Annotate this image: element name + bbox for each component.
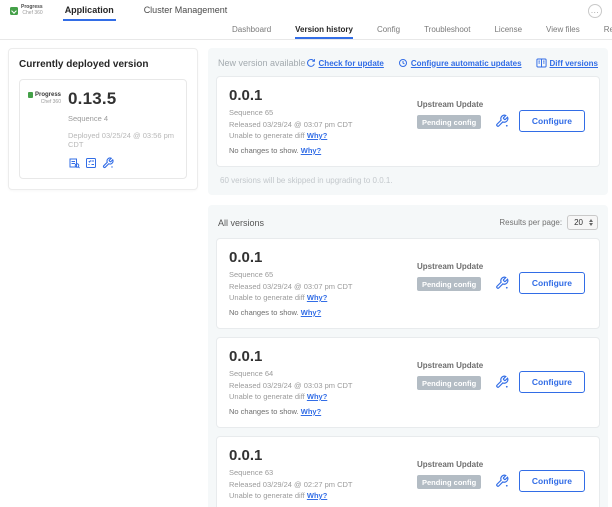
select-stepper-icon [589, 219, 593, 226]
new-version-row: 0.0.1 Sequence 65 Released 03/29/24 @ 03… [216, 76, 600, 167]
why-diff-link[interactable]: Why? [307, 491, 327, 500]
top-nav: Progress Chef 360 Application Cluster Ma… [0, 0, 612, 21]
deployed-app-logo: Progress Chef 360 [28, 89, 61, 169]
tab-application[interactable]: Application [63, 0, 116, 21]
edit-config-wrench-icon[interactable] [102, 157, 114, 169]
top-tabs: Application Cluster Management [63, 0, 230, 21]
version-released: Released 03/29/24 @ 03:03 pm CDT [229, 381, 417, 390]
app-subnav: Dashboard Version history Config Trouble… [0, 21, 612, 40]
new-version-heading: New version available [218, 58, 306, 68]
version-row: 0.0.1 Sequence 65 Released 03/29/24 @ 03… [216, 238, 600, 329]
deployed-timestamp: Deployed 03/25/24 @ 03:56 pm CDT [68, 131, 178, 149]
edit-config-wrench-icon[interactable] [495, 276, 509, 290]
version-released: Released 03/29/24 @ 03:07 pm CDT [229, 282, 417, 291]
configure-button[interactable]: Configure [519, 110, 585, 132]
subnav-item-view-files[interactable]: View files [546, 21, 580, 39]
version-released: Released 03/29/24 @ 03:07 pm CDT [229, 120, 417, 129]
results-per-page-label: Results per page: [499, 218, 562, 227]
deployed-version-number: 0.13.5 [68, 89, 178, 109]
configure-automatic-updates-link[interactable]: Configure automatic updates [398, 58, 522, 68]
deployed-logo-line2: Chef 360 [28, 99, 61, 105]
version-source: Upstream Update [417, 460, 495, 469]
subnav-item-troubleshoot[interactable]: Troubleshoot [424, 21, 470, 39]
release-notes-icon[interactable] [68, 157, 80, 169]
deployed-logo-line1: Progress [35, 92, 61, 98]
status-badge: Pending config [417, 277, 481, 291]
version-source: Upstream Update [417, 262, 495, 271]
configure-button[interactable]: Configure [519, 272, 585, 294]
why-changes-link[interactable]: Why? [301, 146, 321, 155]
page-content: Currently deployed version Progress Chef… [0, 40, 612, 507]
subnav-item-license[interactable]: License [494, 21, 522, 39]
edit-config-wrench-icon[interactable] [495, 114, 509, 128]
ellipsis-menu-icon[interactable]: ... [588, 4, 602, 18]
version-row: 0.0.1 Sequence 63 Released 03/29/24 @ 02… [216, 436, 600, 507]
logo-line2: Chef 360 [21, 11, 43, 17]
tab-cluster-management[interactable]: Cluster Management [142, 0, 230, 21]
version-number: 0.0.1 [229, 87, 417, 104]
subnav-item-dashboard[interactable]: Dashboard [232, 21, 271, 39]
edit-config-wrench-icon[interactable] [495, 474, 509, 488]
all-versions-heading: All versions [218, 218, 264, 228]
progress-chef-logo-icon [10, 7, 18, 15]
check-for-update-link[interactable]: Check for update [306, 58, 384, 68]
currently-deployed-heading: Currently deployed version [19, 59, 187, 70]
version-number: 0.0.1 [229, 249, 417, 266]
config-checklist-icon[interactable] [85, 157, 97, 169]
version-sequence: Sequence 63 [229, 468, 417, 477]
app-logo: Progress Chef 360 [10, 0, 43, 21]
status-badge: Pending config [417, 475, 481, 489]
diff-columns-icon [536, 58, 547, 68]
why-changes-link[interactable]: Why? [301, 308, 321, 317]
status-badge: Pending config [417, 376, 481, 390]
version-sequence: Sequence 65 [229, 108, 417, 117]
deployed-version-card: Progress Chef 360 0.13.5 Sequence 4 Depl… [19, 79, 187, 179]
deployed-sequence: Sequence 4 [68, 114, 178, 123]
results-per-page-select[interactable]: 20 [567, 215, 598, 230]
configure-button[interactable]: Configure [519, 371, 585, 393]
subnav-item-registry-settings[interactable]: Registry settings [604, 21, 612, 39]
why-diff-link[interactable]: Why? [307, 293, 327, 302]
version-number: 0.0.1 [229, 447, 417, 464]
why-changes-link[interactable]: Why? [301, 407, 321, 416]
skip-versions-note: 60 versions will be skipped in upgrading… [220, 176, 596, 185]
all-versions-panel: All versions Results per page: 20 0.0.1 … [208, 205, 608, 507]
edit-config-wrench-icon[interactable] [495, 375, 509, 389]
diff-versions-link[interactable]: Diff versions [536, 58, 598, 68]
refresh-icon [306, 58, 316, 68]
new-version-panel: New version available Check for update C… [208, 48, 608, 195]
why-diff-link[interactable]: Why? [307, 392, 327, 401]
configure-button[interactable]: Configure [519, 470, 585, 492]
version-row: 0.0.1 Sequence 64 Released 03/29/24 @ 03… [216, 337, 600, 428]
version-sequence: Sequence 64 [229, 369, 417, 378]
schedule-clock-icon [398, 58, 408, 68]
version-released: Released 03/29/24 @ 02:27 pm CDT [229, 480, 417, 489]
why-diff-link[interactable]: Why? [307, 131, 327, 140]
progress-chef-logo-icon [28, 92, 33, 98]
currently-deployed-card: Currently deployed version Progress Chef… [8, 48, 198, 190]
version-source: Upstream Update [417, 100, 495, 109]
version-sequence: Sequence 65 [229, 270, 417, 279]
version-source: Upstream Update [417, 361, 495, 370]
subnav-item-config[interactable]: Config [377, 21, 400, 39]
subnav-item-version-history[interactable]: Version history [295, 21, 353, 39]
version-number: 0.0.1 [229, 348, 417, 365]
status-badge: Pending config [417, 115, 481, 129]
